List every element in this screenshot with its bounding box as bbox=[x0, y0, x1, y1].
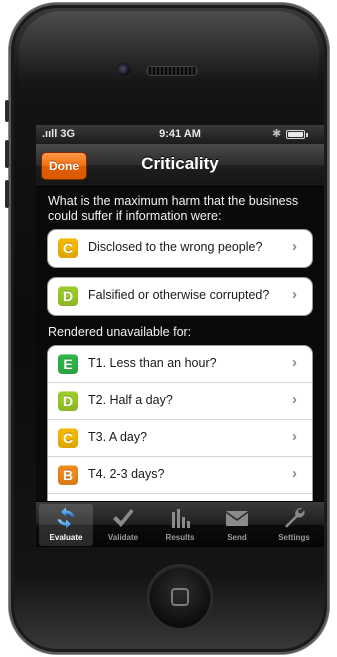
battery-icon bbox=[286, 130, 305, 139]
envelope-icon bbox=[225, 511, 249, 526]
impact-row-disclosure[interactable]: C Disclosed to the wrong people? › bbox=[48, 230, 312, 267]
checkmark-icon bbox=[113, 509, 134, 527]
chevron-right-icon: › bbox=[292, 354, 297, 371]
tab-validate[interactable]: Validate bbox=[96, 504, 150, 546]
chevron-right-icon: › bbox=[292, 238, 297, 255]
rating-badge: C bbox=[58, 238, 78, 258]
unavailable-section-label: Rendered unavailable for: bbox=[48, 325, 192, 339]
earpiece-speaker bbox=[147, 67, 197, 75]
page-title: Criticality bbox=[141, 154, 219, 173]
tab-results[interactable]: Results bbox=[153, 504, 207, 546]
chevron-right-icon: › bbox=[292, 428, 297, 445]
availability-row-t2[interactable]: D T2. Half a day? › bbox=[48, 383, 312, 420]
availability-label: T2. Half a day? bbox=[88, 393, 173, 407]
integrity-group: D Falsified or otherwise corrupted? › bbox=[47, 277, 313, 316]
rating-badge: B bbox=[58, 465, 78, 485]
bluetooth-icon: ✱ bbox=[272, 128, 282, 140]
bar-chart-icon bbox=[172, 509, 190, 528]
impact-row-integrity[interactable]: D Falsified or otherwise corrupted? › bbox=[48, 278, 312, 315]
rating-badge: D bbox=[58, 391, 78, 411]
volume-up-button bbox=[5, 140, 9, 168]
home-square-icon bbox=[171, 588, 189, 606]
impact-label: Disclosed to the wrong people? bbox=[88, 240, 263, 254]
availability-row-t1[interactable]: E T1. Less than an hour? › bbox=[48, 346, 312, 383]
tab-evaluate[interactable]: Evaluate bbox=[39, 504, 93, 546]
status-bar: .ııll 3G 9:41 AM ✱ bbox=[36, 125, 324, 144]
tab-label: Results bbox=[165, 533, 195, 542]
refresh-icon bbox=[57, 507, 75, 529]
availability-label: T3. A day? bbox=[88, 430, 148, 444]
chevron-right-icon: › bbox=[292, 286, 297, 303]
harm-question: What is the maximum harm that the busine… bbox=[48, 194, 299, 223]
navigation-bar: Done Criticality bbox=[36, 144, 324, 187]
rating-badge: D bbox=[58, 286, 78, 306]
criticality-content[interactable]: What is the maximum harm that the busine… bbox=[36, 187, 324, 501]
battery-tip bbox=[306, 133, 308, 137]
availability-group: E T1. Less than an hour? › D T2. Half a … bbox=[47, 345, 313, 501]
availability-row-t3[interactable]: C T3. A day? › bbox=[48, 420, 312, 457]
wrench-icon bbox=[285, 508, 305, 528]
done-button[interactable]: Done bbox=[41, 152, 87, 180]
mute-switch bbox=[5, 100, 9, 122]
front-camera bbox=[118, 64, 130, 76]
rating-badge: E bbox=[58, 354, 78, 374]
availability-label: T4. 2-3 days? bbox=[88, 467, 165, 481]
phone-shine bbox=[19, 11, 319, 91]
chevron-right-icon: › bbox=[292, 391, 297, 408]
tab-settings[interactable]: Settings bbox=[267, 504, 321, 546]
tab-send[interactable]: Send bbox=[210, 504, 264, 546]
rating-badge: C bbox=[58, 428, 78, 448]
tab-label: Settings bbox=[278, 533, 310, 542]
availability-row-partial[interactable] bbox=[48, 494, 312, 501]
tab-label: Evaluate bbox=[49, 533, 83, 542]
impact-label: Falsified or otherwise corrupted? bbox=[88, 288, 270, 302]
phone-screen: .ııll 3G 9:41 AM ✱ Done Criticality What… bbox=[36, 125, 324, 547]
chevron-right-icon: › bbox=[292, 465, 297, 482]
tab-bar: Evaluate Validate Results Send Settings bbox=[36, 501, 324, 547]
availability-label: T1. Less than an hour? bbox=[88, 356, 217, 370]
impact-group: C Disclosed to the wrong people? › bbox=[47, 229, 313, 268]
volume-down-button bbox=[5, 180, 9, 208]
tab-label: Send bbox=[227, 533, 247, 542]
tab-label: Validate bbox=[107, 533, 139, 542]
availability-row-t4[interactable]: B T4. 2-3 days? › bbox=[48, 457, 312, 494]
